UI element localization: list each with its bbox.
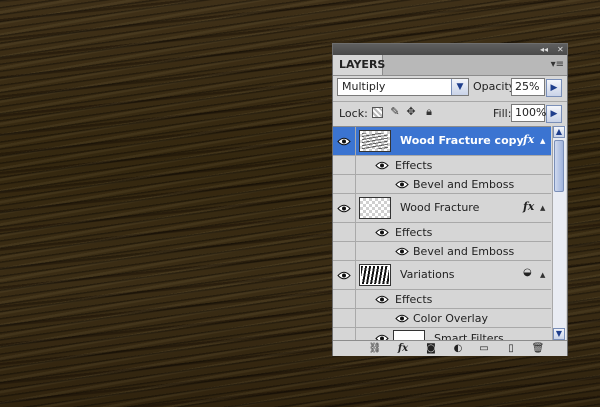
blend-mode-select[interactable]: Multiply ▼ xyxy=(337,78,469,96)
layer-thumbnail[interactable] xyxy=(359,130,391,152)
visibility-cell xyxy=(333,261,356,289)
adjustment-icon[interactable]: ◐ xyxy=(450,342,466,355)
effects-label: Effects xyxy=(395,226,433,239)
close-icon[interactable]: ✕ xyxy=(557,44,564,55)
visibility-cell xyxy=(333,309,356,327)
collapse-icon[interactable]: ◂◂ xyxy=(540,44,548,55)
visibility-cell xyxy=(333,242,356,260)
blend-mode-value: Multiply xyxy=(342,80,386,93)
effect-row[interactable]: Bevel and Emboss xyxy=(333,175,551,194)
chevron-down-icon[interactable]: ▼ xyxy=(451,79,468,95)
fill-value: 100% xyxy=(515,106,547,119)
layer-style-badge-icon[interactable]: ◒ xyxy=(523,267,532,278)
expand-arrow-icon[interactable]: ▲ xyxy=(540,204,545,212)
expand-arrow-icon[interactable]: ▲ xyxy=(540,271,545,279)
opacity-value: 25% xyxy=(515,80,540,93)
fx-icon[interactable]: fx xyxy=(395,342,411,355)
visibility-cell xyxy=(333,290,356,308)
eye-icon[interactable] xyxy=(375,228,389,237)
effect-name: Bevel and Emboss xyxy=(413,245,515,258)
lock-paint-icon[interactable]: ✎ xyxy=(389,106,401,118)
effects-label: Effects xyxy=(395,159,433,172)
trash-icon[interactable]: 🗑︎ xyxy=(530,342,546,355)
fx-icon[interactable]: fx xyxy=(523,133,534,146)
fx-icon[interactable]: fx xyxy=(523,200,534,213)
layer-row[interactable]: Wood Fracture copy fx ▲ xyxy=(333,127,551,156)
eye-icon[interactable] xyxy=(375,295,389,304)
fill-field[interactable]: 100% ▶ xyxy=(511,104,562,123)
visibility-cell xyxy=(333,194,356,222)
effects-row[interactable]: Effects xyxy=(333,223,551,242)
effects-label: Effects xyxy=(395,293,433,306)
eye-icon[interactable] xyxy=(337,271,351,280)
opacity-field[interactable]: 25% ▶ xyxy=(511,78,562,97)
lock-label: Lock: xyxy=(339,107,368,120)
link-icon[interactable]: ⛓ xyxy=(367,342,383,355)
visibility-cell xyxy=(333,156,356,174)
layers-list: Wood Fracture copy fx ▲ Effects Bevel an… xyxy=(333,126,551,341)
eye-icon[interactable] xyxy=(395,247,409,256)
expand-arrow-icon[interactable]: ▲ xyxy=(540,137,545,145)
layers-panel: ◂◂ ✕ LAYERS ▾≡ Multiply ▼ Opacity: 25% ▶… xyxy=(332,43,568,356)
group-icon[interactable]: ▭ xyxy=(476,342,492,355)
effect-name: Color Overlay xyxy=(413,312,488,325)
panel-footer: ⛓ fx ◙ ◐ ▭ ▯ 🗑︎ xyxy=(333,340,567,356)
mask-icon[interactable]: ◙ xyxy=(423,342,439,355)
layer-name[interactable]: Wood Fracture copy xyxy=(400,134,524,148)
fill-slider-arrow-icon[interactable]: ▶ xyxy=(546,105,562,123)
scroll-thumb[interactable] xyxy=(554,140,564,192)
visibility-cell xyxy=(333,175,356,193)
visibility-cell xyxy=(333,127,356,155)
eye-icon[interactable] xyxy=(395,180,409,189)
fill-label: Fill: xyxy=(493,107,512,120)
divider xyxy=(333,101,567,102)
tab-layers[interactable]: LAYERS xyxy=(333,55,385,75)
visibility-cell xyxy=(333,223,356,241)
layer-name[interactable]: Wood Fracture xyxy=(400,201,479,215)
effect-row[interactable]: Bevel and Emboss xyxy=(333,242,551,261)
layer-row[interactable]: Variations ◒ ▲ xyxy=(333,261,551,290)
lock-all-icon[interactable]: 🔒︎ xyxy=(423,106,435,118)
eye-icon[interactable] xyxy=(337,137,351,146)
panel-titlebar[interactable]: ◂◂ ✕ xyxy=(333,44,567,55)
eye-icon[interactable] xyxy=(337,204,351,213)
new-layer-icon[interactable]: ▯ xyxy=(503,342,519,355)
smart-object-thumbnail[interactable] xyxy=(359,264,391,286)
layer-thumbnail[interactable] xyxy=(359,197,391,219)
scroll-down-icon[interactable]: ▼ xyxy=(553,328,565,340)
layers-scrollbar[interactable]: ▲ ▼ xyxy=(552,126,566,340)
effect-name: Bevel and Emboss xyxy=(413,178,515,191)
effects-row[interactable]: Effects xyxy=(333,156,551,175)
eye-icon[interactable] xyxy=(375,161,389,170)
panel-tab-row: LAYERS ▾≡ xyxy=(333,55,567,76)
layer-name[interactable]: Variations xyxy=(400,268,455,282)
scroll-up-icon[interactable]: ▲ xyxy=(553,126,565,138)
lock-transparency-icon[interactable] xyxy=(372,107,383,118)
panel-menu-icon[interactable]: ▾≡ xyxy=(551,59,564,71)
layer-row[interactable]: Wood Fracture fx ▲ xyxy=(333,194,551,223)
lock-move-icon[interactable]: ✥ xyxy=(405,106,417,118)
eye-icon[interactable] xyxy=(395,314,409,323)
opacity-slider-arrow-icon[interactable]: ▶ xyxy=(546,79,562,97)
effects-row[interactable]: Effects xyxy=(333,290,551,309)
effect-row[interactable]: Color Overlay xyxy=(333,309,551,328)
